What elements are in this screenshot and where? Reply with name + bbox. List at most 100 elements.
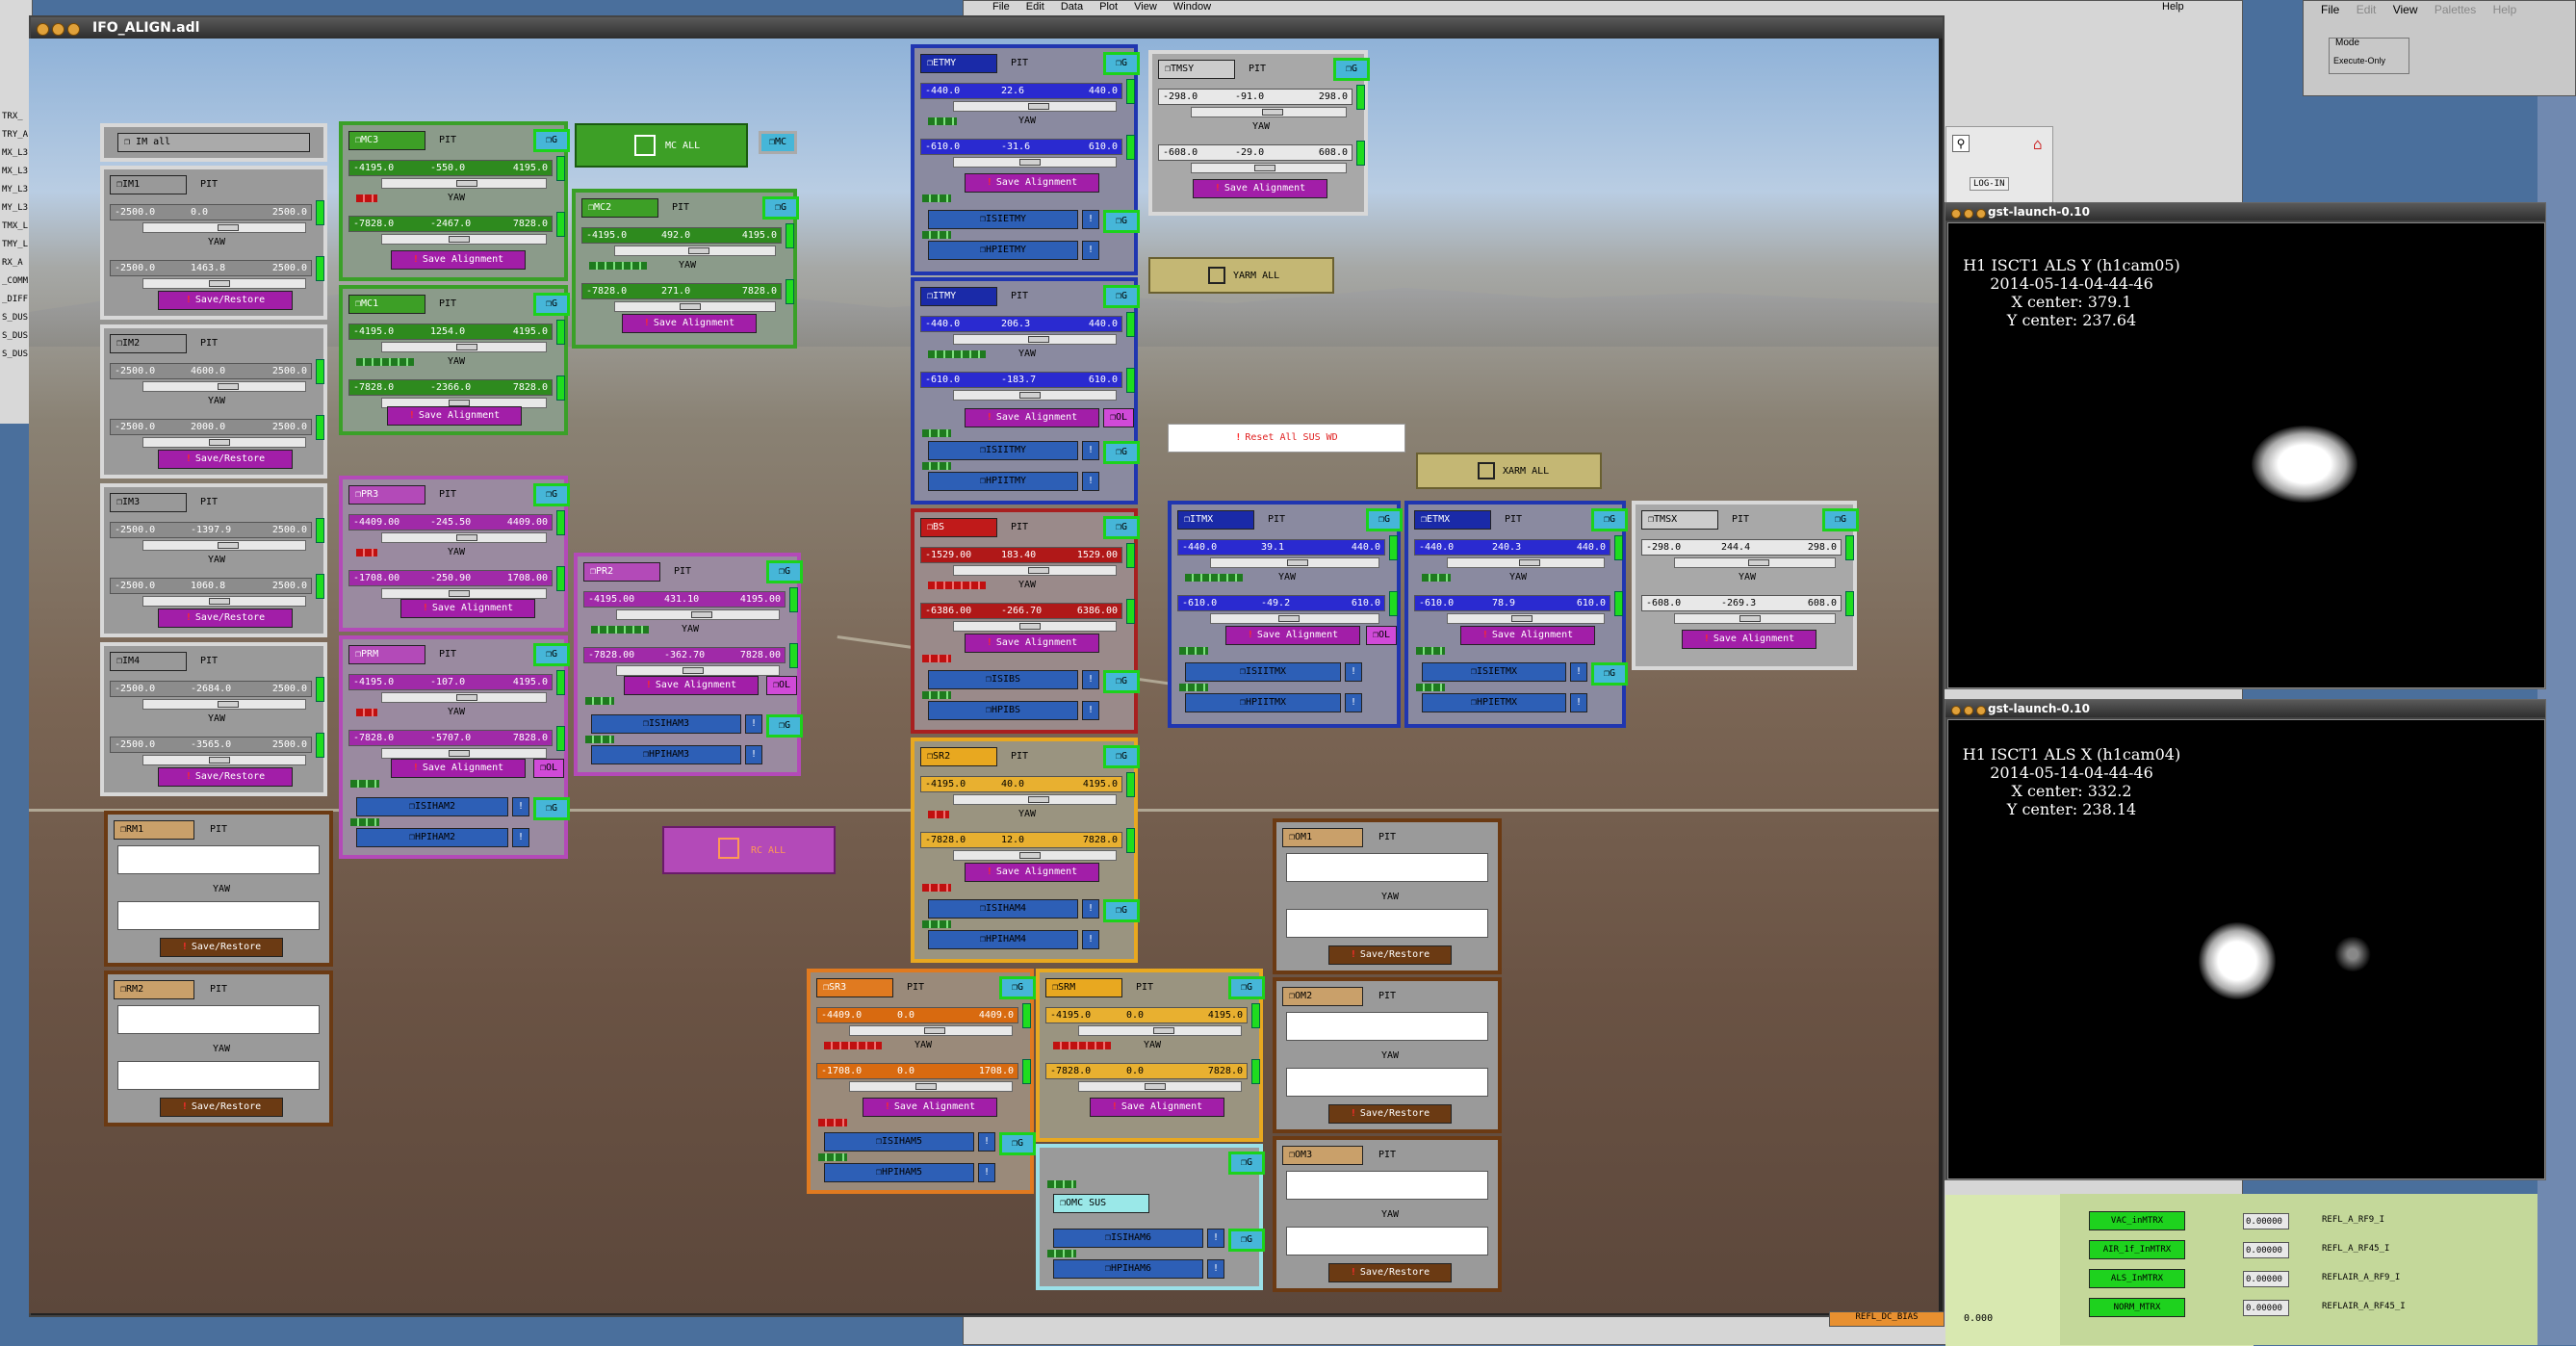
sr3-panel-title-button[interactable]: ❐SR3 bbox=[816, 978, 893, 997]
isi-graph-button[interactable]: ❐G bbox=[766, 714, 803, 738]
hpi-info-button[interactable]: ! bbox=[512, 828, 529, 847]
mc3-panel-title-button[interactable]: ❐MC3 bbox=[348, 131, 425, 150]
graph-button[interactable]: ❐G bbox=[533, 643, 570, 666]
graph-button[interactable]: ❐G bbox=[1103, 745, 1140, 768]
graph-button[interactable]: ❐G bbox=[1103, 516, 1140, 539]
yaw-slider[interactable] bbox=[953, 621, 1117, 632]
isi-graph-button[interactable]: ❐G bbox=[1103, 899, 1140, 922]
isi-button[interactable]: ❐ISIHAM3 bbox=[591, 714, 741, 734]
home-icon[interactable]: ⌂ bbox=[2033, 135, 2043, 153]
omc-graph-button[interactable]: ❐G bbox=[1228, 1152, 1265, 1175]
yaw-slider[interactable] bbox=[953, 390, 1117, 401]
pit-slider[interactable] bbox=[1447, 557, 1605, 568]
hpi-info-button[interactable]: ! bbox=[1570, 693, 1587, 712]
pit-slider[interactable] bbox=[953, 794, 1117, 805]
save-alignment-button[interactable]: ! Save/Restore bbox=[158, 608, 293, 628]
yaw-slider[interactable] bbox=[614, 301, 776, 312]
om2-panel-title-button[interactable]: ❐OM2 bbox=[1282, 987, 1363, 1006]
yaw-slider[interactable] bbox=[142, 755, 306, 765]
medm-menu-view[interactable]: View bbox=[2393, 3, 2418, 16]
login-button[interactable]: LOG-IN bbox=[1970, 177, 2009, 191]
yaw-slider[interactable] bbox=[616, 665, 780, 676]
isi-button[interactable]: ❐ISIHAM2 bbox=[356, 797, 508, 816]
yaw-slider[interactable] bbox=[1078, 1081, 1242, 1092]
yaw-slider[interactable] bbox=[953, 850, 1117, 861]
isi-info-button[interactable]: ! bbox=[512, 797, 529, 816]
yaw-slider[interactable] bbox=[381, 748, 547, 759]
pit-slider[interactable] bbox=[142, 699, 306, 710]
etmx-panel-title-button[interactable]: ❐ETMX bbox=[1414, 510, 1491, 530]
isi-info-button[interactable]: ! bbox=[1345, 662, 1362, 682]
isi-graph-button[interactable]: ❐G bbox=[533, 797, 570, 820]
medm-menu-palettes[interactable]: Palettes bbox=[2434, 3, 2476, 16]
isi-button[interactable]: ❐ISIITMY bbox=[928, 441, 1078, 460]
yaw-slider[interactable] bbox=[1674, 613, 1836, 624]
mc1-panel-title-button[interactable]: ❐MC1 bbox=[348, 295, 425, 314]
graph-button[interactable]: ❐G bbox=[1103, 52, 1140, 75]
graph-button[interactable]: ❐G bbox=[533, 293, 570, 316]
isi-button[interactable]: ❐ISIETMX bbox=[1422, 662, 1566, 682]
isi-button[interactable]: ❐ISIHAM4 bbox=[928, 899, 1078, 919]
yaw-slider[interactable] bbox=[849, 1081, 1013, 1092]
isi-button[interactable]: ❐ISIHAM6 bbox=[1053, 1229, 1203, 1248]
itmx-panel-title-button[interactable]: ❐ITMX bbox=[1177, 510, 1254, 530]
im-all-button[interactable]: ❐ IM all bbox=[117, 133, 310, 152]
srm-panel-title-button[interactable]: ❐SRM bbox=[1045, 978, 1122, 997]
refl-dc-bias-button[interactable]: REFL_DC_BIAS bbox=[1829, 1311, 1945, 1327]
pit-slider[interactable] bbox=[381, 532, 547, 543]
isi-info-button[interactable]: ! bbox=[1570, 662, 1587, 682]
ifo-align-titlebar[interactable]: IFO_ALIGN.adl bbox=[31, 17, 1943, 39]
isi-info-button[interactable]: ! bbox=[1082, 899, 1099, 919]
save-alignment-button[interactable]: ! Save Alignment bbox=[1460, 626, 1595, 645]
matrix-button[interactable]: ALS_InMTRX bbox=[2089, 1269, 2185, 1288]
medm-menu-help[interactable]: Help bbox=[2493, 3, 2517, 16]
save-alignment-button[interactable]: ! Save/Restore bbox=[158, 291, 293, 310]
isi-button[interactable]: ❐ISIETMY bbox=[928, 210, 1078, 229]
hpi-button[interactable]: ❐HPIHAM2 bbox=[356, 828, 508, 847]
hpi-button[interactable]: ❐HPIHAM6 bbox=[1053, 1259, 1203, 1279]
mc-all-label[interactable]: MC ALL bbox=[665, 141, 700, 151]
graph-button[interactable]: ❐G bbox=[1591, 508, 1628, 531]
graph-button[interactable]: ❐G bbox=[1103, 285, 1140, 308]
reset-wd-button[interactable]: ! Reset All SUS WD bbox=[1168, 424, 1405, 453]
save-restore-button[interactable]: ! Save/Restore bbox=[160, 1098, 283, 1117]
yaw-slider[interactable] bbox=[953, 157, 1117, 168]
pr3-panel-title-button[interactable]: ❐PR3 bbox=[348, 485, 425, 505]
save-alignment-button[interactable]: ! Save Alignment bbox=[863, 1098, 997, 1117]
search-icon[interactable]: ⚲ bbox=[1952, 135, 1970, 152]
save-alignment-button[interactable]: ! Save Alignment bbox=[965, 634, 1099, 653]
graph-button[interactable]: ❐G bbox=[533, 129, 570, 152]
isi-graph-button[interactable]: ❐G bbox=[1103, 670, 1140, 693]
yarm-all-panel[interactable]: YARM ALL bbox=[1148, 257, 1334, 294]
yaw-slider[interactable] bbox=[1447, 613, 1605, 624]
yaw-slider[interactable] bbox=[142, 437, 306, 448]
hpi-info-button[interactable]: ! bbox=[1082, 930, 1099, 949]
save-alignment-button[interactable]: ! Save Alignment bbox=[624, 676, 759, 695]
hpi-info-button[interactable]: ! bbox=[978, 1163, 995, 1182]
matrix-button[interactable]: NORM_MTRX bbox=[2089, 1298, 2185, 1317]
pit-slider[interactable] bbox=[381, 178, 547, 189]
graph-button[interactable]: ❐G bbox=[1822, 508, 1859, 531]
save-alignment-button[interactable]: ! Save Alignment bbox=[391, 250, 526, 270]
pit-slider[interactable] bbox=[614, 246, 776, 256]
diag-menu-view[interactable]: View bbox=[1134, 1, 1157, 13]
graph-button[interactable]: ❐G bbox=[1366, 508, 1403, 531]
isi-button[interactable]: ❐ISIITMX bbox=[1185, 662, 1341, 682]
diag-menu-file[interactable]: File bbox=[992, 1, 1010, 13]
hpi-info-button[interactable]: ! bbox=[1082, 472, 1099, 491]
save-restore-button[interactable]: ! Save/Restore bbox=[1328, 945, 1452, 965]
im1-panel-title-button[interactable]: ❐IM1 bbox=[110, 175, 187, 194]
save-restore-button[interactable]: ! Save/Restore bbox=[160, 938, 283, 957]
hpi-button[interactable]: ❐HPIITMX bbox=[1185, 693, 1341, 712]
pit-slider[interactable] bbox=[1078, 1025, 1242, 1036]
pit-slider[interactable] bbox=[616, 609, 780, 620]
mc-mode-button[interactable]: ❐MC bbox=[759, 131, 797, 154]
om3-panel-title-button[interactable]: ❐OM3 bbox=[1282, 1146, 1363, 1165]
ol-button[interactable]: ❐OL bbox=[1103, 408, 1134, 427]
save-restore-button[interactable]: ! Save/Restore bbox=[1328, 1263, 1452, 1282]
cam-y-controls[interactable] bbox=[1951, 206, 1989, 223]
yaw-slider[interactable] bbox=[142, 278, 306, 289]
pit-slider[interactable] bbox=[1191, 107, 1347, 117]
yaw-slider[interactable] bbox=[1210, 613, 1379, 624]
hpi-info-button[interactable]: ! bbox=[1082, 241, 1099, 260]
